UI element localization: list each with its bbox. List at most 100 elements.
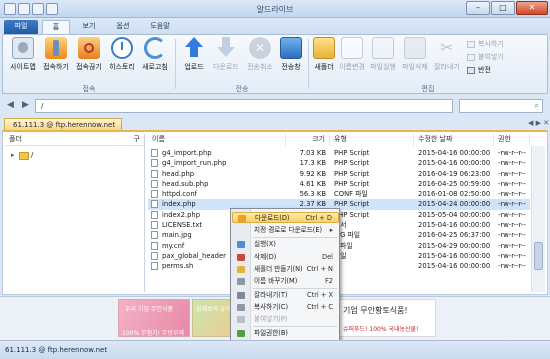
sitemap-button[interactable]: 사이트맵 xyxy=(7,37,39,81)
context-menu-item[interactable]: 복사하기(C) Ctrl + C xyxy=(232,302,339,313)
file-name: head.sub.php xyxy=(162,179,209,188)
context-menu-item-label: 지정 경로로 다운로드(E) xyxy=(254,226,323,234)
context-menu-separator xyxy=(253,326,337,327)
file-type: F 파일 xyxy=(334,241,353,250)
refresh-button[interactable]: 새로고침 xyxy=(139,37,171,81)
file-modified: 2016-01-08 02:50:00 xyxy=(418,190,491,199)
tab-file[interactable]: 파일 xyxy=(4,20,38,34)
ribbon: 사이트맵 접속하기 접속끊기 히스토리 새로고침 접속 업로드 다운로드 ✕ 전… xyxy=(2,34,548,94)
ad-banner-3[interactable]: 기업 무안황토식품! 슈퍼푸드! 100% 국내농산물! xyxy=(336,299,436,337)
table-row[interactable]: httpd.conf 56.3 KB CONF 파일 2016-01-08 02:50… xyxy=(148,189,530,199)
column-type[interactable]: 유형 xyxy=(330,134,414,146)
file-type: JPG 파일 xyxy=(334,231,361,240)
search-icon: ⌕ xyxy=(534,101,539,110)
new-folder-icon xyxy=(237,266,245,273)
address-input[interactable]: / xyxy=(35,99,453,113)
context-menu-item[interactable]: 실행(X) xyxy=(232,239,339,250)
file-icon xyxy=(151,149,158,157)
cancel-transfer-button[interactable]: ✕ 전송취소 xyxy=(243,37,277,81)
close-button[interactable]: ✕ xyxy=(516,1,548,15)
title-bar: 알드라이브 – □ ✕ xyxy=(0,0,550,18)
new-folder-button[interactable]: 새폴더 xyxy=(311,37,337,81)
scrollbar-thumb[interactable] xyxy=(534,242,543,270)
file-name: g4_import_run.php xyxy=(162,159,227,168)
context-menu-item-label: 붙여넣기(P) xyxy=(254,315,288,323)
cut-icon xyxy=(237,292,245,299)
context-menu-shortcut: Ctrl + N xyxy=(306,265,333,273)
maximize-button[interactable]: □ xyxy=(491,1,515,15)
forward-icon[interactable]: ▶ xyxy=(19,99,32,112)
search-input[interactable]: ⌕ xyxy=(459,99,543,113)
column-modified[interactable]: 수정한 날짜 xyxy=(414,134,494,146)
upload-button[interactable]: 업로드 xyxy=(179,37,209,81)
cut-icon: ✂ xyxy=(440,38,454,57)
cut-button[interactable]: ✂ 잘라내기 xyxy=(431,37,463,81)
file-size: 17.3 KB xyxy=(299,159,326,168)
minimize-button[interactable]: – xyxy=(466,1,490,15)
disconnect-label: 접속끊기 xyxy=(76,63,102,71)
invert-icon xyxy=(467,67,475,74)
context-menu-item[interactable]: 지정 경로로 다운로드(E) ▸ xyxy=(232,225,339,236)
status-bar: 61.111.3 @ ftp.herennow.net xyxy=(0,340,550,359)
file-perm: -rw-r--r-- xyxy=(498,149,526,157)
tab-help[interactable]: 도움말 xyxy=(142,20,178,34)
history-button[interactable]: 히스토리 xyxy=(106,37,138,81)
copy-small-button[interactable]: 복사하기 xyxy=(466,39,504,50)
ad-banner-1[interactable]: 우리 기업 무인식품 100% 무첨가! 무방부제 xyxy=(118,299,190,337)
expand-icon[interactable]: ▸ xyxy=(11,150,15,161)
table-row[interactable]: g4_import.php 7.03 KB PHP Script 2015-04-16… xyxy=(148,148,530,158)
back-icon[interactable]: ◀ xyxy=(4,99,17,112)
context-menu-item[interactable]: 붙여넣기(P) xyxy=(232,314,339,325)
ad1-text-top: 우리 기업 무인식품 xyxy=(125,306,173,313)
paste-small-button[interactable]: 붙여넣기 xyxy=(466,52,504,63)
table-row[interactable]: head.php 9.92 KB PHP Script 2016-04-19 06:2… xyxy=(148,169,530,179)
download-button[interactable]: 다운로드 xyxy=(209,37,243,81)
context-menu-item[interactable]: 이름 바꾸기(M) F2 xyxy=(232,276,339,287)
connect-group-label: 접속 xyxy=(82,85,96,93)
download-icon xyxy=(215,37,237,59)
tab-options[interactable]: 옵션 xyxy=(108,20,138,34)
connect-icon xyxy=(45,37,67,59)
disconnect-button[interactable]: 접속끊기 xyxy=(73,37,105,81)
tree-node-root[interactable]: ▸ / xyxy=(11,150,33,161)
context-menu-item[interactable]: 파일권한(B) xyxy=(232,328,339,339)
refresh-label: 새로고침 xyxy=(142,63,168,71)
file-icon xyxy=(151,179,158,188)
file-type: PHP Script xyxy=(334,200,370,209)
file-name: head.php xyxy=(162,169,195,178)
context-menu-item[interactable]: 삭제(D) Del xyxy=(232,252,339,263)
copy-small-label: 복사하기 xyxy=(478,40,504,48)
context-menu-item-label: 잘라내기(T) xyxy=(254,291,288,299)
file-type: PHP Script xyxy=(334,210,370,219)
file-type: PHP Script xyxy=(334,159,370,168)
rename-button[interactable]: 이름변경 xyxy=(337,37,367,81)
context-menu-item[interactable]: 다운로드(D) Ctrl + D xyxy=(232,212,339,223)
run-file-icon xyxy=(372,37,394,59)
context-menu-item[interactable]: 잘라내기(T) Ctrl + X xyxy=(232,290,339,301)
file-icon xyxy=(151,221,158,230)
context-menu-shortcut: Del xyxy=(322,253,333,261)
transfer-group-label: 전송 xyxy=(235,85,249,93)
file-list-scrollbar[interactable] xyxy=(531,146,545,292)
table-row[interactable]: g4_import_run.php 17.3 KB PHP Script 2015-0… xyxy=(148,158,530,168)
delete-file-button[interactable]: 파일삭제 xyxy=(399,37,431,81)
file-icon xyxy=(151,190,158,199)
tab-scroll-icon[interactable]: ◀ ▶ ✕ xyxy=(528,119,549,127)
permissions-icon xyxy=(237,330,245,337)
column-size[interactable]: 크기 xyxy=(286,134,330,146)
context-menu-item-label: 이름 바꾸기(M) xyxy=(254,277,298,285)
paste-icon xyxy=(467,54,475,61)
file-type: 문서 xyxy=(334,221,347,230)
run-file-button[interactable]: 파일실행 xyxy=(367,37,399,81)
context-menu-item[interactable]: 새폴더 만들기(N) Ctrl + N xyxy=(232,264,339,275)
tab-home[interactable]: 홈 xyxy=(42,20,70,34)
tree-sort-icon[interactable]: 구 xyxy=(134,134,140,145)
tab-view[interactable]: 보기 xyxy=(74,20,104,34)
invert-small-button[interactable]: 반전 xyxy=(466,65,491,76)
file-perm: -rw-r--r-- xyxy=(498,231,526,240)
connect-button[interactable]: 접속하기 xyxy=(40,37,72,81)
column-perm[interactable]: 권한 xyxy=(494,134,530,146)
table-row[interactable]: head.sub.php 4.61 KB PHP Script 2016-04-25 … xyxy=(148,179,530,189)
transfer-window-button[interactable]: 전송창 xyxy=(277,37,305,81)
column-name[interactable]: 이름 xyxy=(148,134,286,146)
